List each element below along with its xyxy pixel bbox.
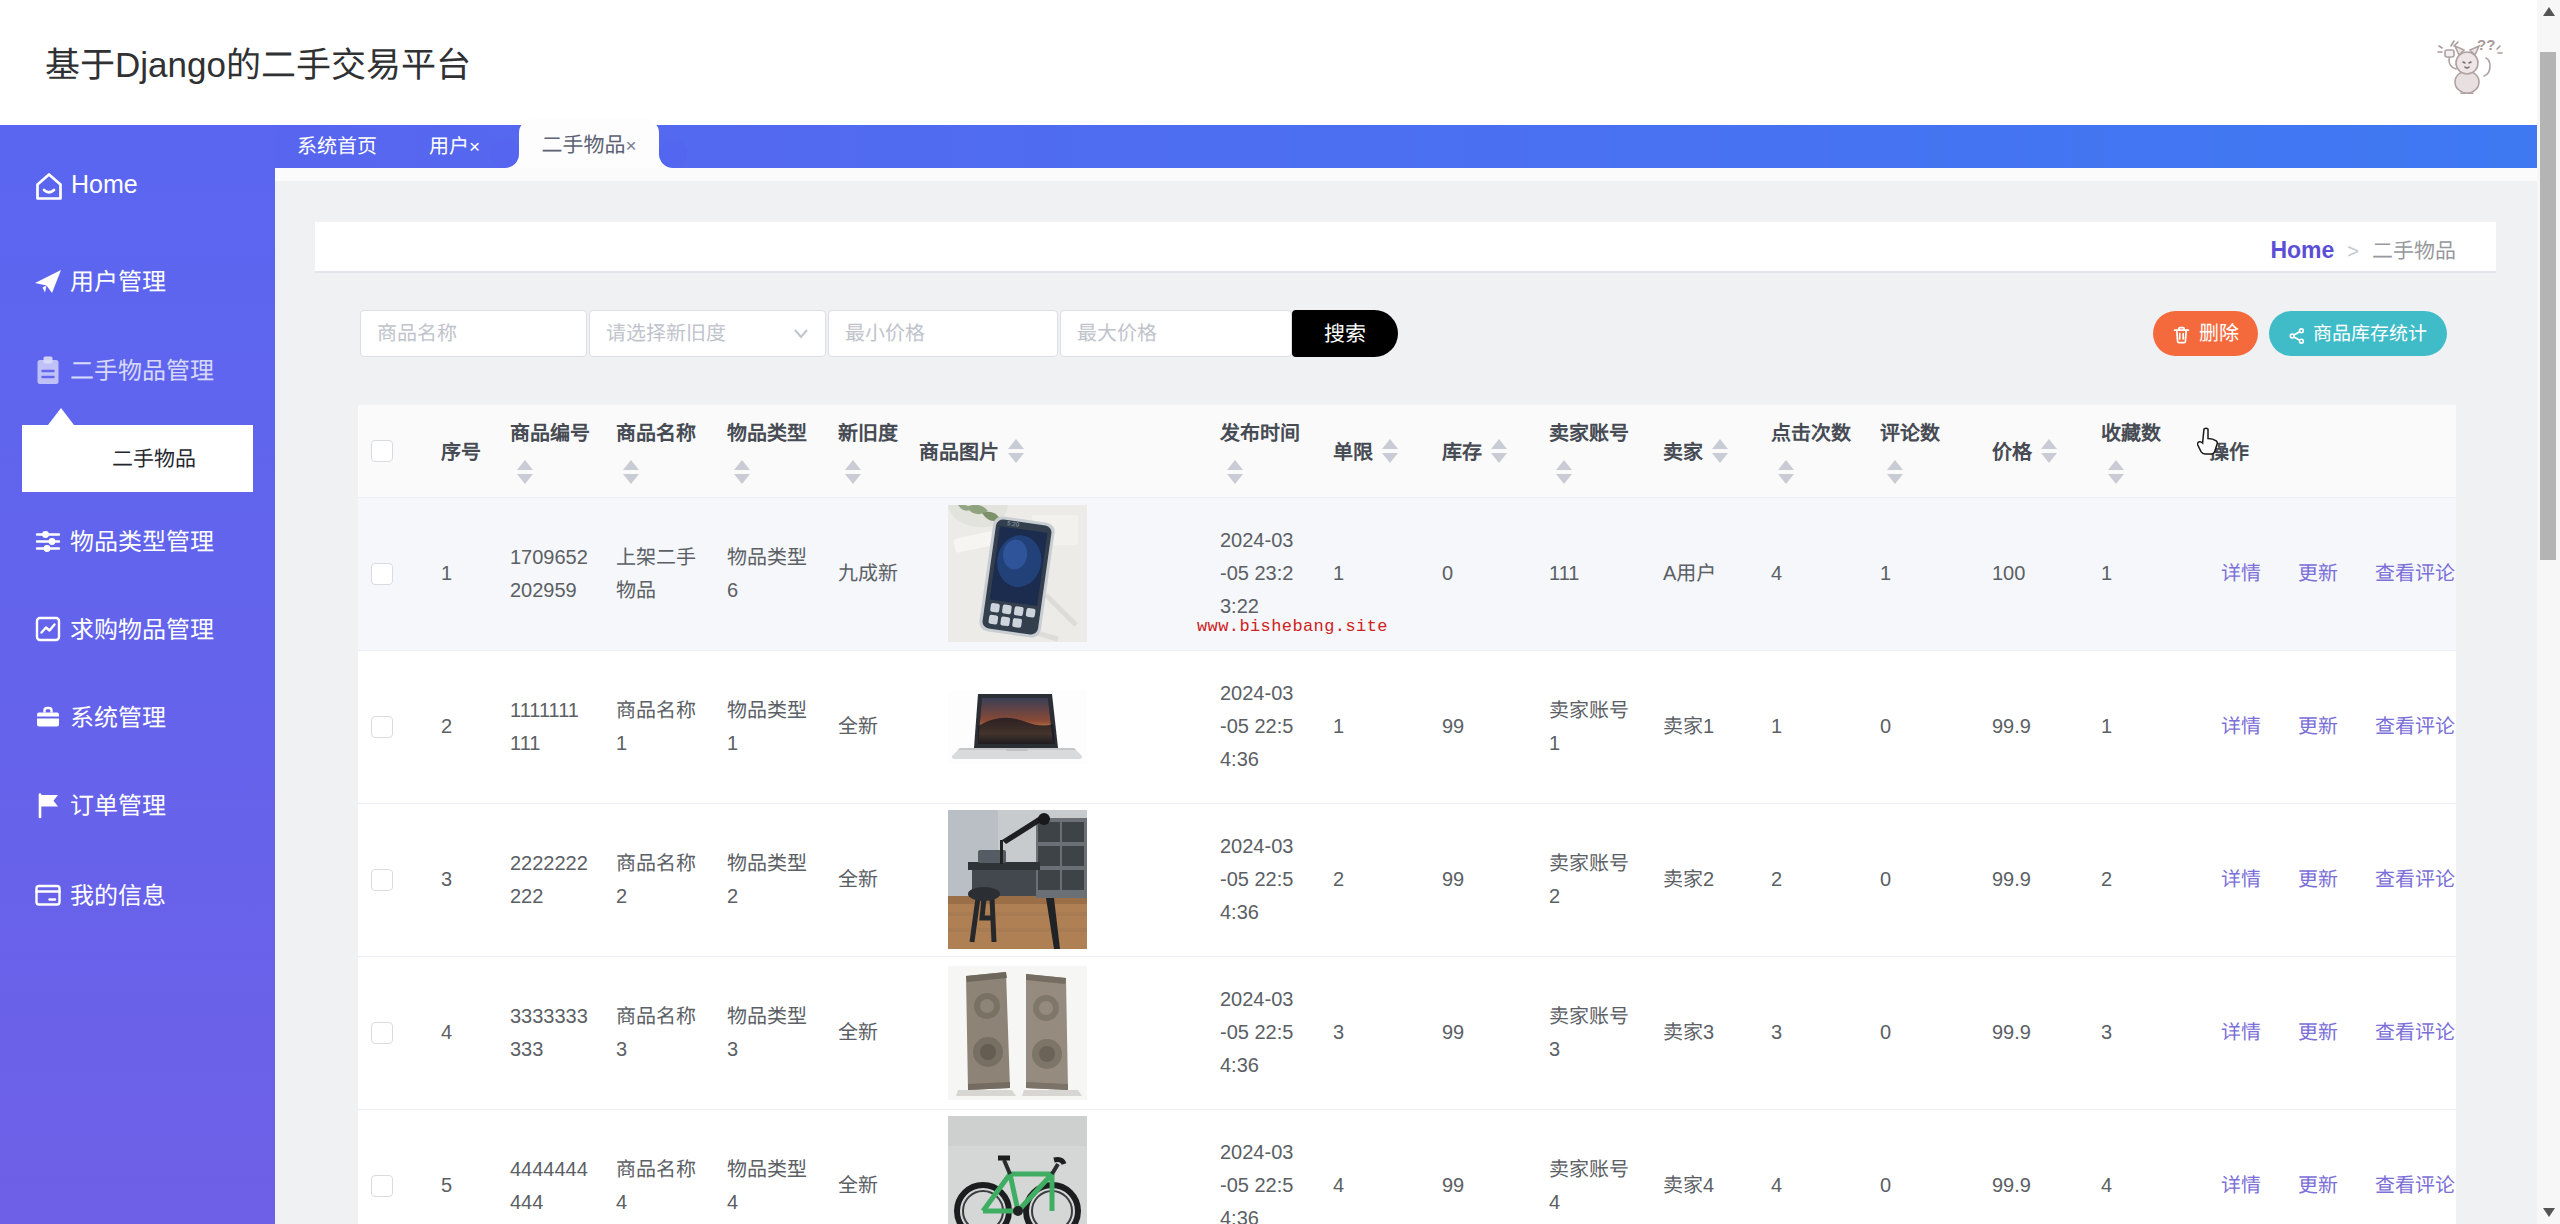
svg-text:??: ?? [2477, 36, 2495, 53]
